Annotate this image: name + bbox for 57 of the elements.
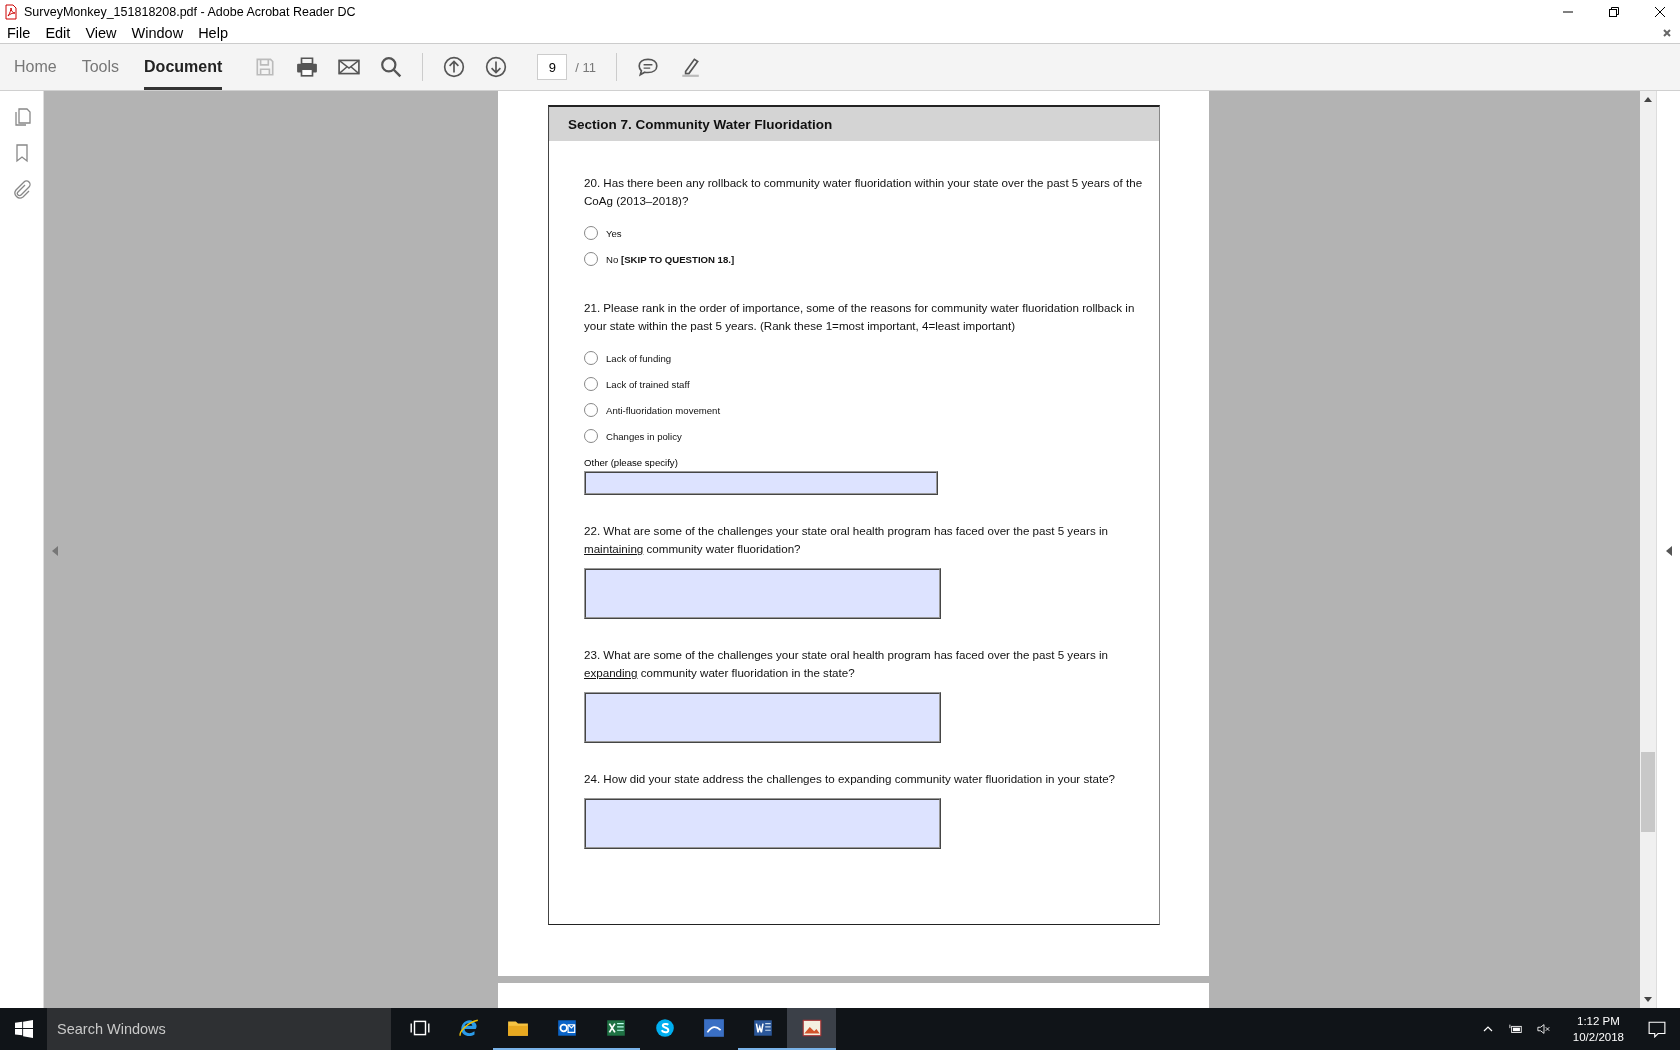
window-title: SurveyMonkey_151818208.pdf - Adobe Acrobat Reader DC xyxy=(24,4,356,19)
pdf-file-icon xyxy=(3,3,19,20)
toolbar-tab[interactable]: Home xyxy=(14,44,57,90)
highlighter-icon[interactable] xyxy=(679,56,701,78)
word-app-icon xyxy=(751,1017,774,1039)
notification-icon[interactable] xyxy=(1648,1020,1666,1038)
print-icon[interactable] xyxy=(296,56,319,78)
menu-item[interactable]: Help xyxy=(198,25,228,41)
option-label: Lack of funding xyxy=(606,352,672,364)
option-label: Yes xyxy=(606,227,622,239)
option-label: Lack of trained staff xyxy=(606,378,690,390)
answer-box[interactable] xyxy=(584,692,941,743)
browser-e-icon xyxy=(457,1017,480,1039)
answer-box[interactable] xyxy=(584,798,941,849)
option-label: Changes in policy xyxy=(606,430,682,442)
page-count: / 11 xyxy=(575,59,596,75)
menu-item[interactable]: Edit xyxy=(45,25,71,41)
scrollbar-thumb[interactable] xyxy=(1641,752,1655,832)
question-text: 21. Please rank in the order of importance, some of the reasons for community water fluoridation rollback in your state within the past 5 years. (Rank these 1=most important, 4=least important) xyxy=(584,300,1136,334)
option-label: Anti-fluoridation movement xyxy=(606,404,721,416)
clock-time[interactable]: 1:12 PM xyxy=(1577,1013,1620,1029)
mail-app-icon xyxy=(555,1017,578,1039)
answer-box[interactable] xyxy=(584,568,941,619)
chat-app-icon xyxy=(653,1017,676,1039)
menu-item[interactable]: Window xyxy=(131,25,184,41)
spreadsheet-app-icon xyxy=(604,1017,627,1039)
field-label: Other (please specify) xyxy=(584,457,679,468)
battery-icon[interactable] xyxy=(1508,1023,1523,1035)
stats-app-icon xyxy=(702,1017,725,1039)
taskbar-app[interactable] xyxy=(787,1008,836,1050)
arrow-down-icon[interactable] xyxy=(485,56,508,78)
speaker-muted-icon[interactable] xyxy=(1536,1023,1551,1035)
close-icon[interactable] xyxy=(1654,5,1666,18)
page-number-field[interactable]: 9 xyxy=(537,54,568,80)
expand-arrow-icon[interactable] xyxy=(1666,546,1672,556)
arrow-up-icon[interactable] xyxy=(443,56,466,78)
other-input-field[interactable] xyxy=(584,471,938,495)
menu-item[interactable]: File xyxy=(7,25,31,41)
menu-item[interactable]: View xyxy=(85,25,117,41)
question-text: 22. What are some of the challenges your state oral health program has faced over the past 5 years in maintaining community water fluoridation? xyxy=(584,523,1109,557)
search-icon[interactable] xyxy=(380,56,403,78)
section-title: Section 7. Community Water Fluoridation xyxy=(568,116,833,132)
taskbar-search-field[interactable]: Search Windows xyxy=(47,1008,391,1050)
question-text: 20. Has there been any rollback to community water fluoridation within your state over the past 5 years of the CoAg (2013–2018)? xyxy=(584,175,1144,209)
question-text: 23. What are some of the challenges your state oral health program has faced over the past 5 years in expanding community water fluoridation in the state? xyxy=(584,647,1109,681)
toolbar-tab[interactable]: Tools xyxy=(81,44,120,90)
scroll-up-icon[interactable] xyxy=(1644,96,1652,102)
question-text: 24. How did your state address the challenges to expanding community water fluoridation in your state? xyxy=(584,771,1117,787)
option-label: No [SKIP TO QUESTION 18.] xyxy=(606,253,735,265)
clock-date[interactable]: 10/2/2018 xyxy=(1572,1029,1624,1045)
paperclip-icon[interactable] xyxy=(11,179,32,199)
scrollbar[interactable] xyxy=(1640,91,1656,1008)
comment-icon[interactable] xyxy=(637,56,659,78)
windows-logo-icon[interactable] xyxy=(15,1020,33,1038)
image-app-icon xyxy=(800,1017,823,1039)
restore-icon[interactable] xyxy=(1608,5,1620,18)
scroll-down-icon[interactable] xyxy=(1644,997,1652,1003)
